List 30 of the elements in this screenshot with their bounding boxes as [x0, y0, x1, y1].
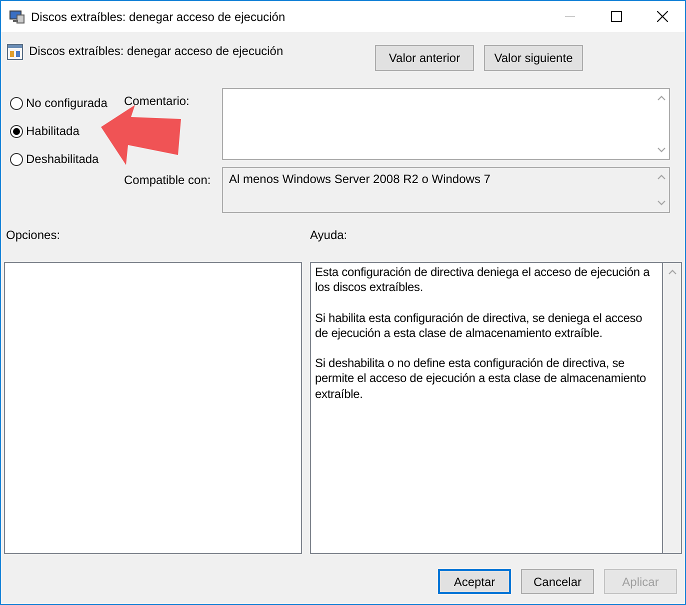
policy-name: Discos extraíbles: denegar acceso de ejecución — [29, 44, 284, 58]
help-paragraph: Esta configuración de directiva deniega el acceso de ejecución a los discos extraíbles. — [315, 265, 651, 296]
window-title: Discos extraíbles: denegar acceso de ejecución — [31, 10, 286, 24]
close-icon[interactable] — [656, 11, 668, 22]
scroll-up-icon[interactable] — [656, 95, 666, 101]
radio-label[interactable]: Deshabilitada — [26, 152, 99, 166]
radio-button[interactable] — [10, 124, 23, 138]
section-label: Opciones: — [6, 228, 62, 244]
help-paragraph: Si habilita esta configuración de directiva, se deniega el acceso de ejecución a esta clase de almacenamiento extraíble. — [315, 310, 644, 342]
comment-field[interactable] — [222, 88, 670, 160]
scroll-up-icon[interactable] — [656, 174, 666, 180]
radio-label[interactable]: No configurada — [26, 96, 108, 110]
field-label: Comentario: — [124, 93, 190, 108]
help-paragraph: Si deshabilita o no define esta configuración de directiva, se permite el acceso de ejecución a esta clase de almacenamiento extraíble. — [315, 356, 648, 402]
section-label: Ayuda: — [310, 228, 348, 244]
scroll-down-icon[interactable] — [656, 147, 666, 153]
supported-text: Al menos Windows Server 2008 R2 o Windows 7 — [228, 171, 492, 188]
computer-icon — [9, 10, 25, 24]
radio-label[interactable]: Habilitada — [26, 124, 80, 138]
radio-button[interactable] — [10, 152, 23, 166]
radio-button[interactable] — [10, 96, 23, 110]
scroll-up-icon[interactable] — [668, 269, 676, 275]
maximize-icon[interactable] — [610, 11, 622, 22]
next-setting-button[interactable]: Valor siguiente — [484, 45, 583, 71]
ok-button[interactable]: Aceptar — [438, 569, 511, 594]
policy-icon — [7, 44, 23, 60]
previous-setting-button[interactable]: Valor anterior — [375, 45, 474, 71]
field-label: Compatible con: — [124, 172, 211, 187]
cancel-button[interactable]: Cancelar — [521, 569, 594, 594]
scroll-down-icon[interactable] — [656, 200, 666, 206]
